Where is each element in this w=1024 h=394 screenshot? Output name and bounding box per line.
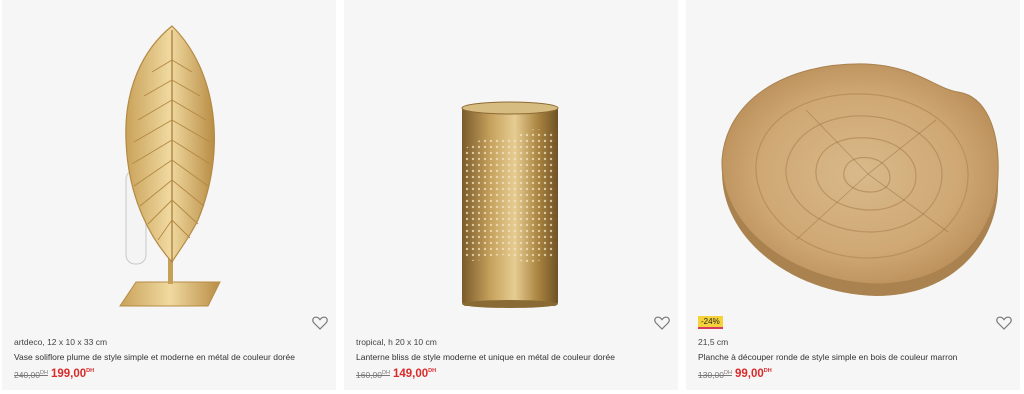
- old-price: 160,00DH: [356, 370, 390, 380]
- product-image-leaf-vase[interactable]: [2, 0, 336, 310]
- product-title[interactable]: Vase soliflore plume de style simple et …: [14, 352, 295, 362]
- product-title[interactable]: Lanterne bliss de style moderne et uniqu…: [356, 352, 615, 362]
- sale-price: 149,00DH: [392, 368, 437, 380]
- product-prices: 240,00DH 199,00DH: [14, 368, 94, 380]
- product-image-wood-board[interactable]: [686, 0, 1020, 310]
- old-price: 240,00DH: [14, 370, 48, 380]
- product-grid: artdeco, 12 x 10 x 33 cm Vase soliflore …: [0, 0, 1024, 394]
- heart-icon[interactable]: [996, 316, 1012, 330]
- product-prices: 130,00DH 99,00DH: [698, 368, 772, 380]
- product-title[interactable]: Planche à découper ronde de style simple…: [698, 352, 957, 362]
- product-prices: 160,00DH 149,00DH: [356, 368, 436, 380]
- sale-price: 99,00DH: [734, 368, 772, 380]
- product-card[interactable]: artdeco, 12 x 10 x 33 cm Vase soliflore …: [2, 0, 336, 390]
- discount-badge: -24%: [698, 316, 723, 329]
- heart-icon[interactable]: [654, 316, 670, 330]
- product-image-lantern[interactable]: [344, 0, 678, 310]
- product-subtitle: artdeco, 12 x 10 x 33 cm: [14, 337, 108, 347]
- product-card[interactable]: -24% 21,5 cm Planche à découper ronde de…: [686, 0, 1020, 390]
- product-subtitle: 21,5 cm: [698, 337, 729, 347]
- product-card[interactable]: tropical, h 20 x 10 cm Lanterne bliss de…: [344, 0, 678, 390]
- old-price: 130,00DH: [698, 370, 732, 380]
- heart-icon[interactable]: [312, 316, 328, 330]
- product-subtitle: tropical, h 20 x 10 cm: [356, 337, 437, 347]
- sale-price: 199,00DH: [50, 368, 95, 380]
